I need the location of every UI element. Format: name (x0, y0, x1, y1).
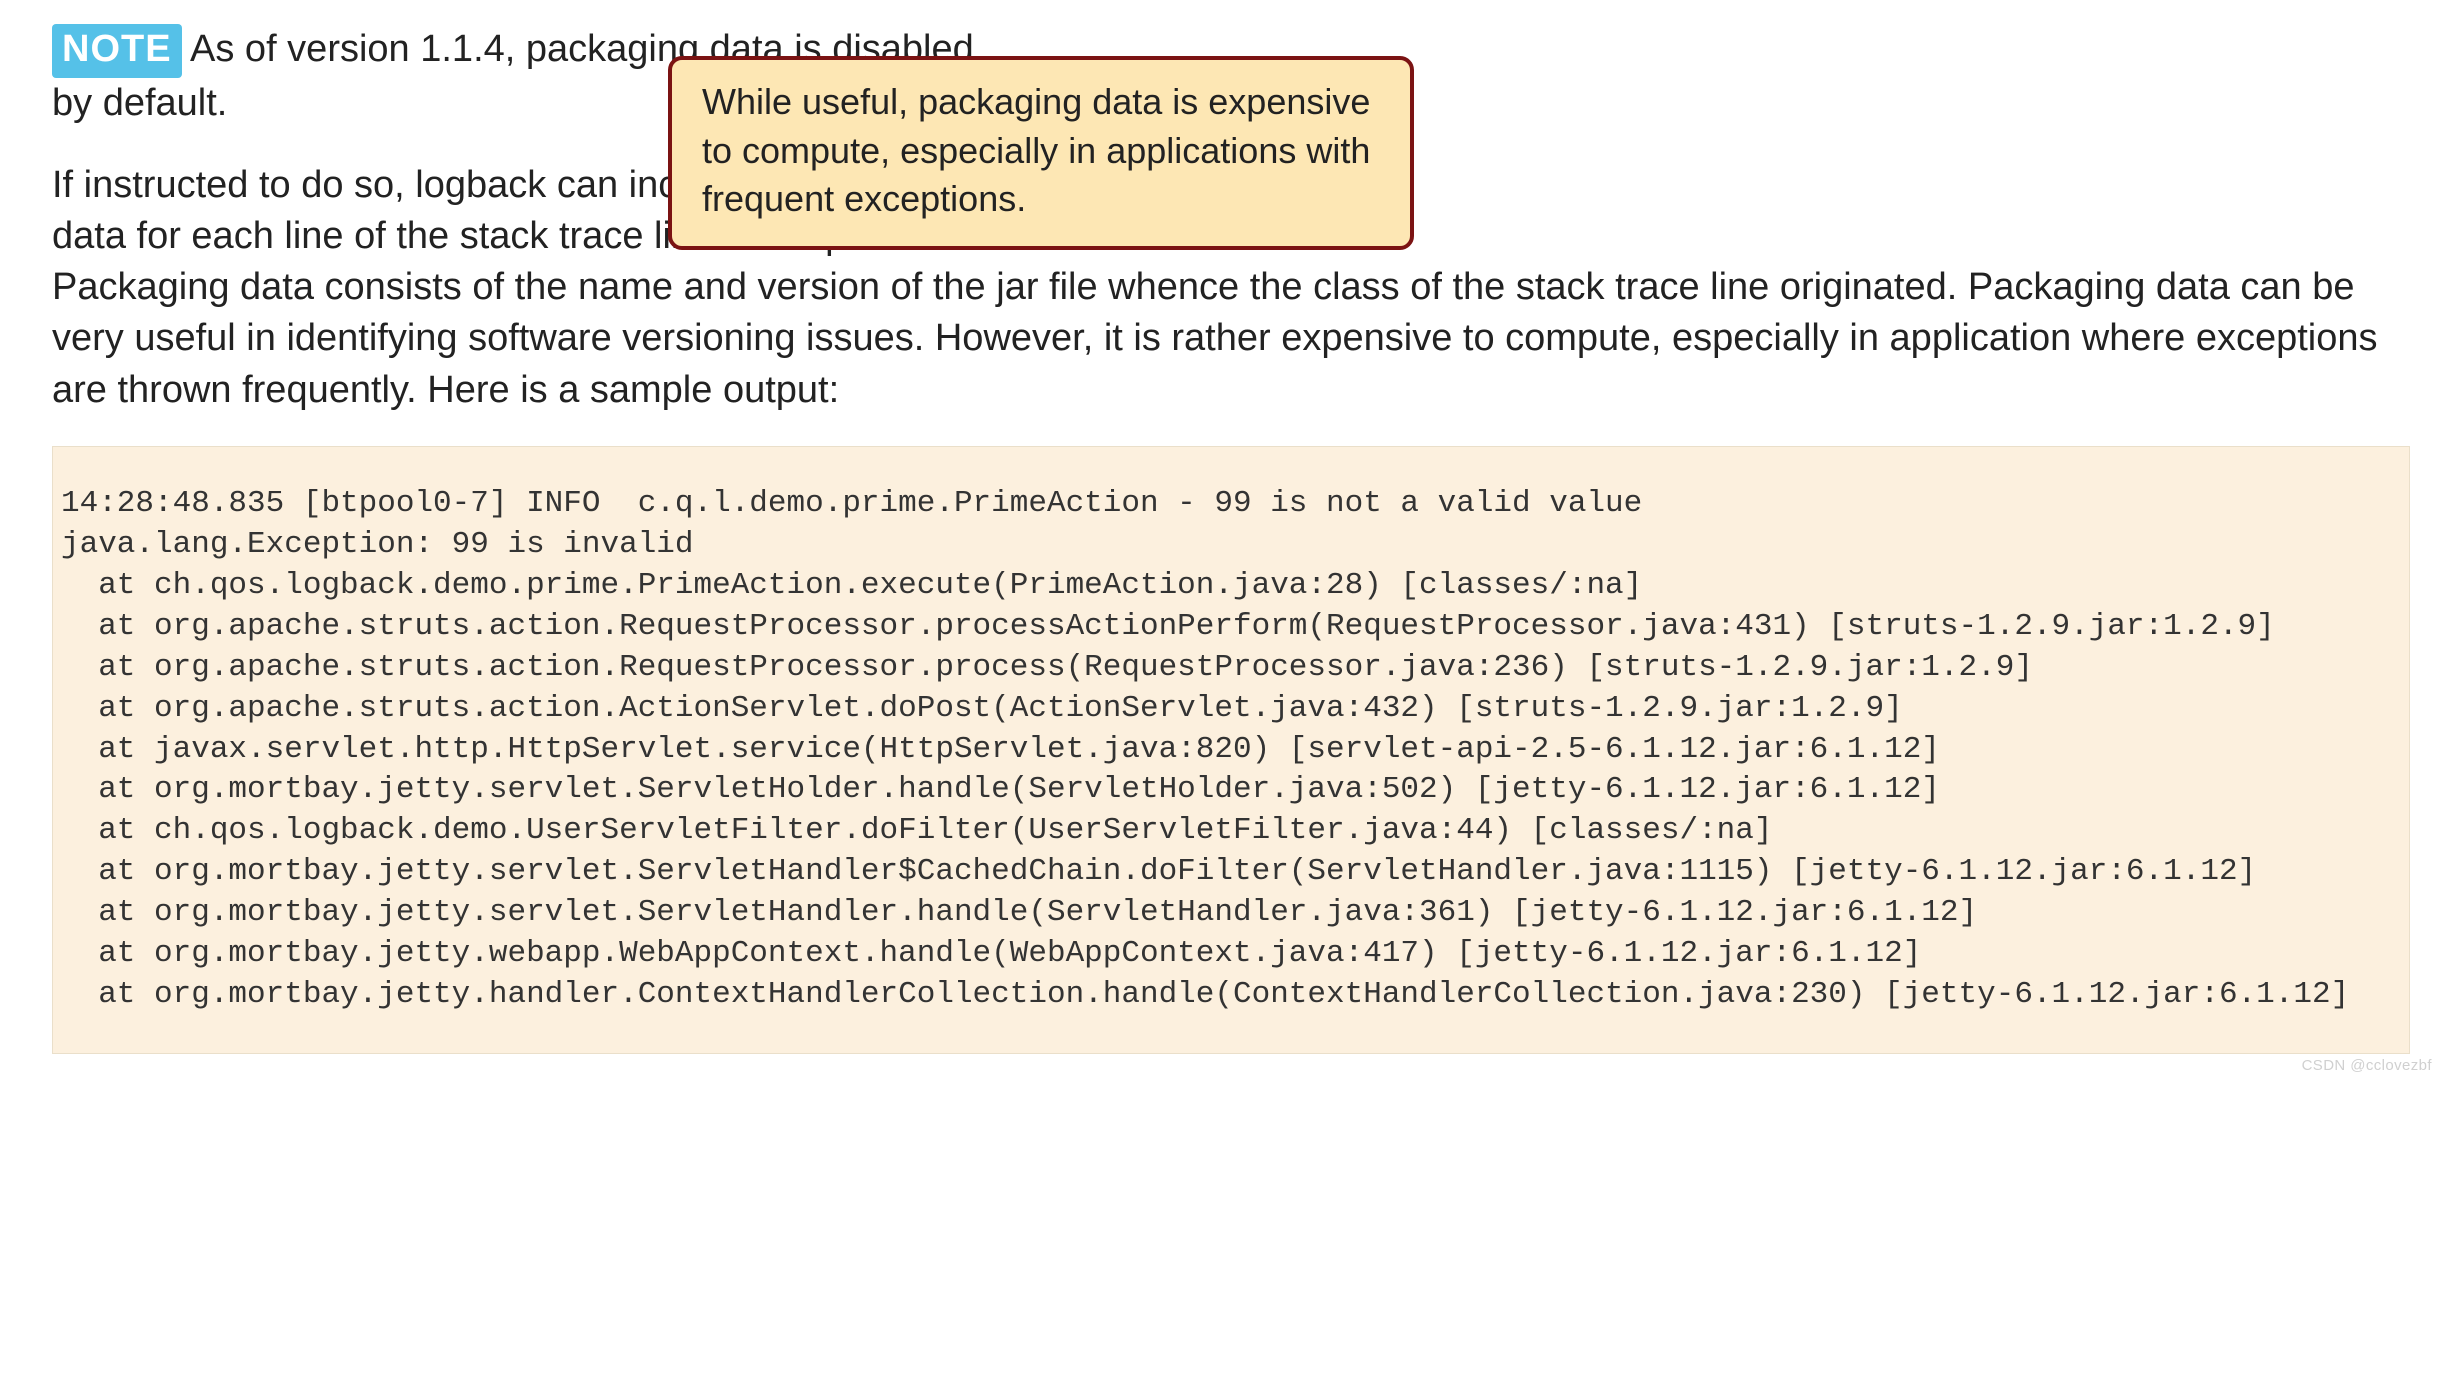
code-sample-container[interactable]: 14:28:48.835 [btpool0-7] INFO c.q.l.demo… (52, 446, 2410, 1054)
watermark: CSDN @cclovezbf (2302, 1057, 2432, 1074)
code-sample: 14:28:48.835 [btpool0-7] INFO c.q.l.demo… (53, 478, 2410, 1022)
note-badge: NOTE (52, 24, 182, 78)
callout-box: While useful, packaging data is expensiv… (668, 56, 1414, 250)
page: While useful, packaging data is expensiv… (0, 0, 2450, 1078)
callout-text: While useful, packaging data is expensiv… (702, 81, 1370, 219)
note-paragraph-3: Packaging data consists of the name and … (52, 262, 2406, 416)
